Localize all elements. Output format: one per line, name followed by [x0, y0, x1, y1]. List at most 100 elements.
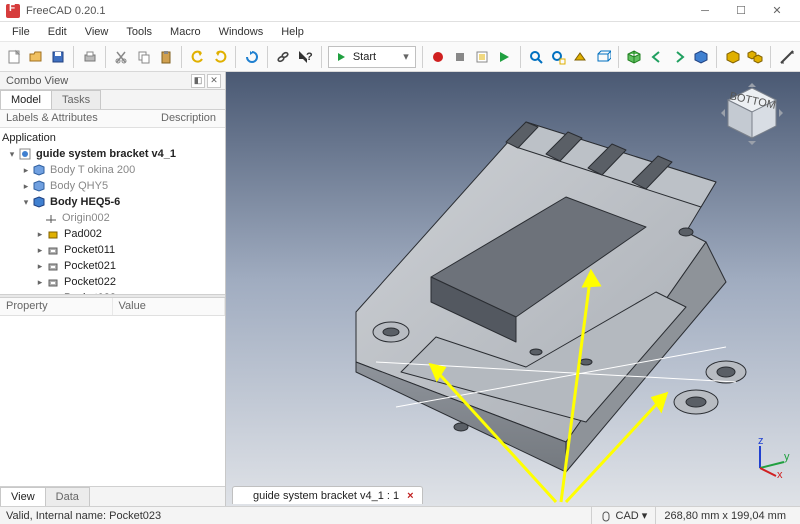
expand-icon[interactable]: ▸	[34, 229, 46, 240]
combo-view-header: Combo View ◧ ✕	[0, 72, 225, 90]
fit-all-button[interactable]	[527, 45, 546, 69]
menu-view[interactable]: View	[77, 24, 117, 40]
document-icon	[18, 148, 32, 160]
prop-col-property: Property	[0, 298, 113, 315]
minimize-button[interactable]: ─	[688, 1, 722, 21]
menu-tools[interactable]: Tools	[118, 24, 160, 40]
model-tree[interactable]: Application ▾ guide system bracket v4_1 …	[0, 128, 225, 294]
part-group-button[interactable]	[745, 45, 764, 69]
tree-col-description: Description	[155, 110, 225, 127]
pocket-icon	[46, 260, 60, 272]
expand-icon[interactable]: ▸	[34, 245, 46, 256]
whatsthis-button[interactable]: ?	[296, 45, 315, 69]
status-bar: Valid, Internal name: Pocket023 CAD ▾ 26…	[0, 506, 800, 524]
print-button[interactable]	[80, 45, 99, 69]
macro-run-button[interactable]	[495, 45, 514, 69]
main-area: Combo View ◧ ✕ Model Tasks Labels & Attr…	[0, 72, 800, 506]
mouse-icon	[600, 510, 612, 522]
body-icon	[32, 164, 46, 176]
new-file-button[interactable]	[4, 45, 23, 69]
svg-text:x: x	[777, 469, 783, 478]
collapse-icon[interactable]: ▾	[20, 197, 32, 208]
copy-button[interactable]	[134, 45, 153, 69]
pocket-icon	[46, 244, 60, 256]
part-cube-button[interactable]	[691, 45, 710, 69]
undo-button[interactable]	[188, 45, 207, 69]
axis-indicator: z y x	[750, 438, 790, 478]
tree-pane: Labels & Attributes Description Applicat…	[0, 110, 225, 294]
document-tab-label: guide system bracket v4_1 : 1	[253, 490, 399, 502]
menu-help[interactable]: Help	[273, 24, 312, 40]
macro-list-button[interactable]	[473, 45, 492, 69]
3d-viewport[interactable]: BOTTOM z y x guide system bracket v4_1 :…	[226, 72, 800, 506]
menu-windows[interactable]: Windows	[211, 24, 272, 40]
document-icon	[237, 490, 249, 502]
dock-float-button[interactable]: ◧	[191, 74, 205, 88]
macro-record-button[interactable]	[429, 45, 448, 69]
menu-macro[interactable]: Macro	[162, 24, 209, 40]
play-icon	[335, 51, 347, 63]
document-tab[interactable]: guide system bracket v4_1 : 1 ×	[232, 486, 423, 504]
tab-model[interactable]: Model	[0, 90, 52, 109]
dock-close-button[interactable]: ✕	[207, 74, 221, 88]
expand-icon[interactable]: ▸	[34, 277, 46, 288]
open-file-button[interactable]	[26, 45, 45, 69]
bounding-box-button[interactable]	[593, 45, 612, 69]
redo-button[interactable]	[210, 45, 229, 69]
status-nav-mode[interactable]: CAD ▾	[591, 507, 655, 524]
status-dimensions: 268,80 mm x 199,04 mm	[655, 507, 794, 524]
collapse-icon[interactable]: ▾	[6, 149, 18, 160]
draw-style-button[interactable]	[571, 45, 590, 69]
part-box-button[interactable]	[723, 45, 742, 69]
macro-stop-button[interactable]	[451, 45, 470, 69]
nav-prev-button[interactable]	[647, 45, 666, 69]
body-icon	[32, 180, 46, 192]
expand-icon[interactable]: ▸	[20, 165, 32, 176]
tree-pocket022[interactable]: ▸ Pocket022	[0, 274, 225, 290]
tree-app-root[interactable]: Application	[0, 130, 225, 146]
main-toolbar: ? Start ▾	[0, 42, 800, 72]
tree-pad[interactable]: ▸ Pad002	[0, 226, 225, 242]
link-button[interactable]	[274, 45, 293, 69]
tree-pocket021[interactable]: ▸ Pocket021	[0, 258, 225, 274]
menubar: File Edit View Tools Macro Windows Help	[0, 22, 800, 42]
close-button[interactable]: ✕	[760, 1, 794, 21]
save-button[interactable]	[48, 45, 67, 69]
tree-document[interactable]: ▾ guide system bracket v4_1	[0, 146, 225, 162]
titlebar: FreeCAD 0.20.1 ─ ☐ ✕	[0, 0, 800, 22]
tree-body2[interactable]: ▸ Body QHY5	[0, 178, 225, 194]
property-pane: Property Value View Data	[0, 298, 225, 506]
paste-button[interactable]	[156, 45, 175, 69]
isometric-button[interactable]	[625, 45, 644, 69]
tree-body1[interactable]: ▸ Body T okina 200	[0, 162, 225, 178]
svg-text:?: ?	[306, 51, 313, 63]
fit-selection-button[interactable]	[549, 45, 568, 69]
document-tab-close[interactable]: ×	[407, 490, 413, 502]
expand-icon[interactable]: ▸	[34, 261, 46, 272]
tab-tasks[interactable]: Tasks	[51, 90, 101, 109]
tree-pocket011[interactable]: ▸ Pocket011	[0, 242, 225, 258]
maximize-button[interactable]: ☐	[724, 1, 758, 21]
svg-text:y: y	[784, 451, 790, 463]
tree-col-labels: Labels & Attributes	[0, 110, 155, 127]
prop-tab-data[interactable]: Data	[45, 487, 90, 506]
status-message: Valid, Internal name: Pocket023	[6, 510, 161, 522]
expand-icon[interactable]: ▸	[20, 181, 32, 192]
tree-body3[interactable]: ▾ Body HEQ5-6	[0, 194, 225, 210]
prop-tab-view[interactable]: View	[0, 487, 46, 506]
workspace-selector[interactable]: Start ▾	[328, 46, 416, 68]
combo-view-title: Combo View	[6, 75, 68, 87]
nav-next-button[interactable]	[669, 45, 688, 69]
cut-button[interactable]	[112, 45, 131, 69]
tree-origin[interactable]: Origin002	[0, 210, 225, 226]
prop-col-value: Value	[113, 298, 226, 315]
combo-view-panel: Combo View ◧ ✕ Model Tasks Labels & Attr…	[0, 72, 226, 506]
menu-file[interactable]: File	[4, 24, 38, 40]
pad-icon	[46, 228, 60, 240]
refresh-button[interactable]	[242, 45, 261, 69]
menu-edit[interactable]: Edit	[40, 24, 75, 40]
workspace-label: Start	[353, 51, 376, 63]
measure-button[interactable]	[777, 45, 796, 69]
navigation-cube[interactable]: BOTTOM	[720, 82, 784, 146]
property-body[interactable]	[0, 316, 225, 486]
